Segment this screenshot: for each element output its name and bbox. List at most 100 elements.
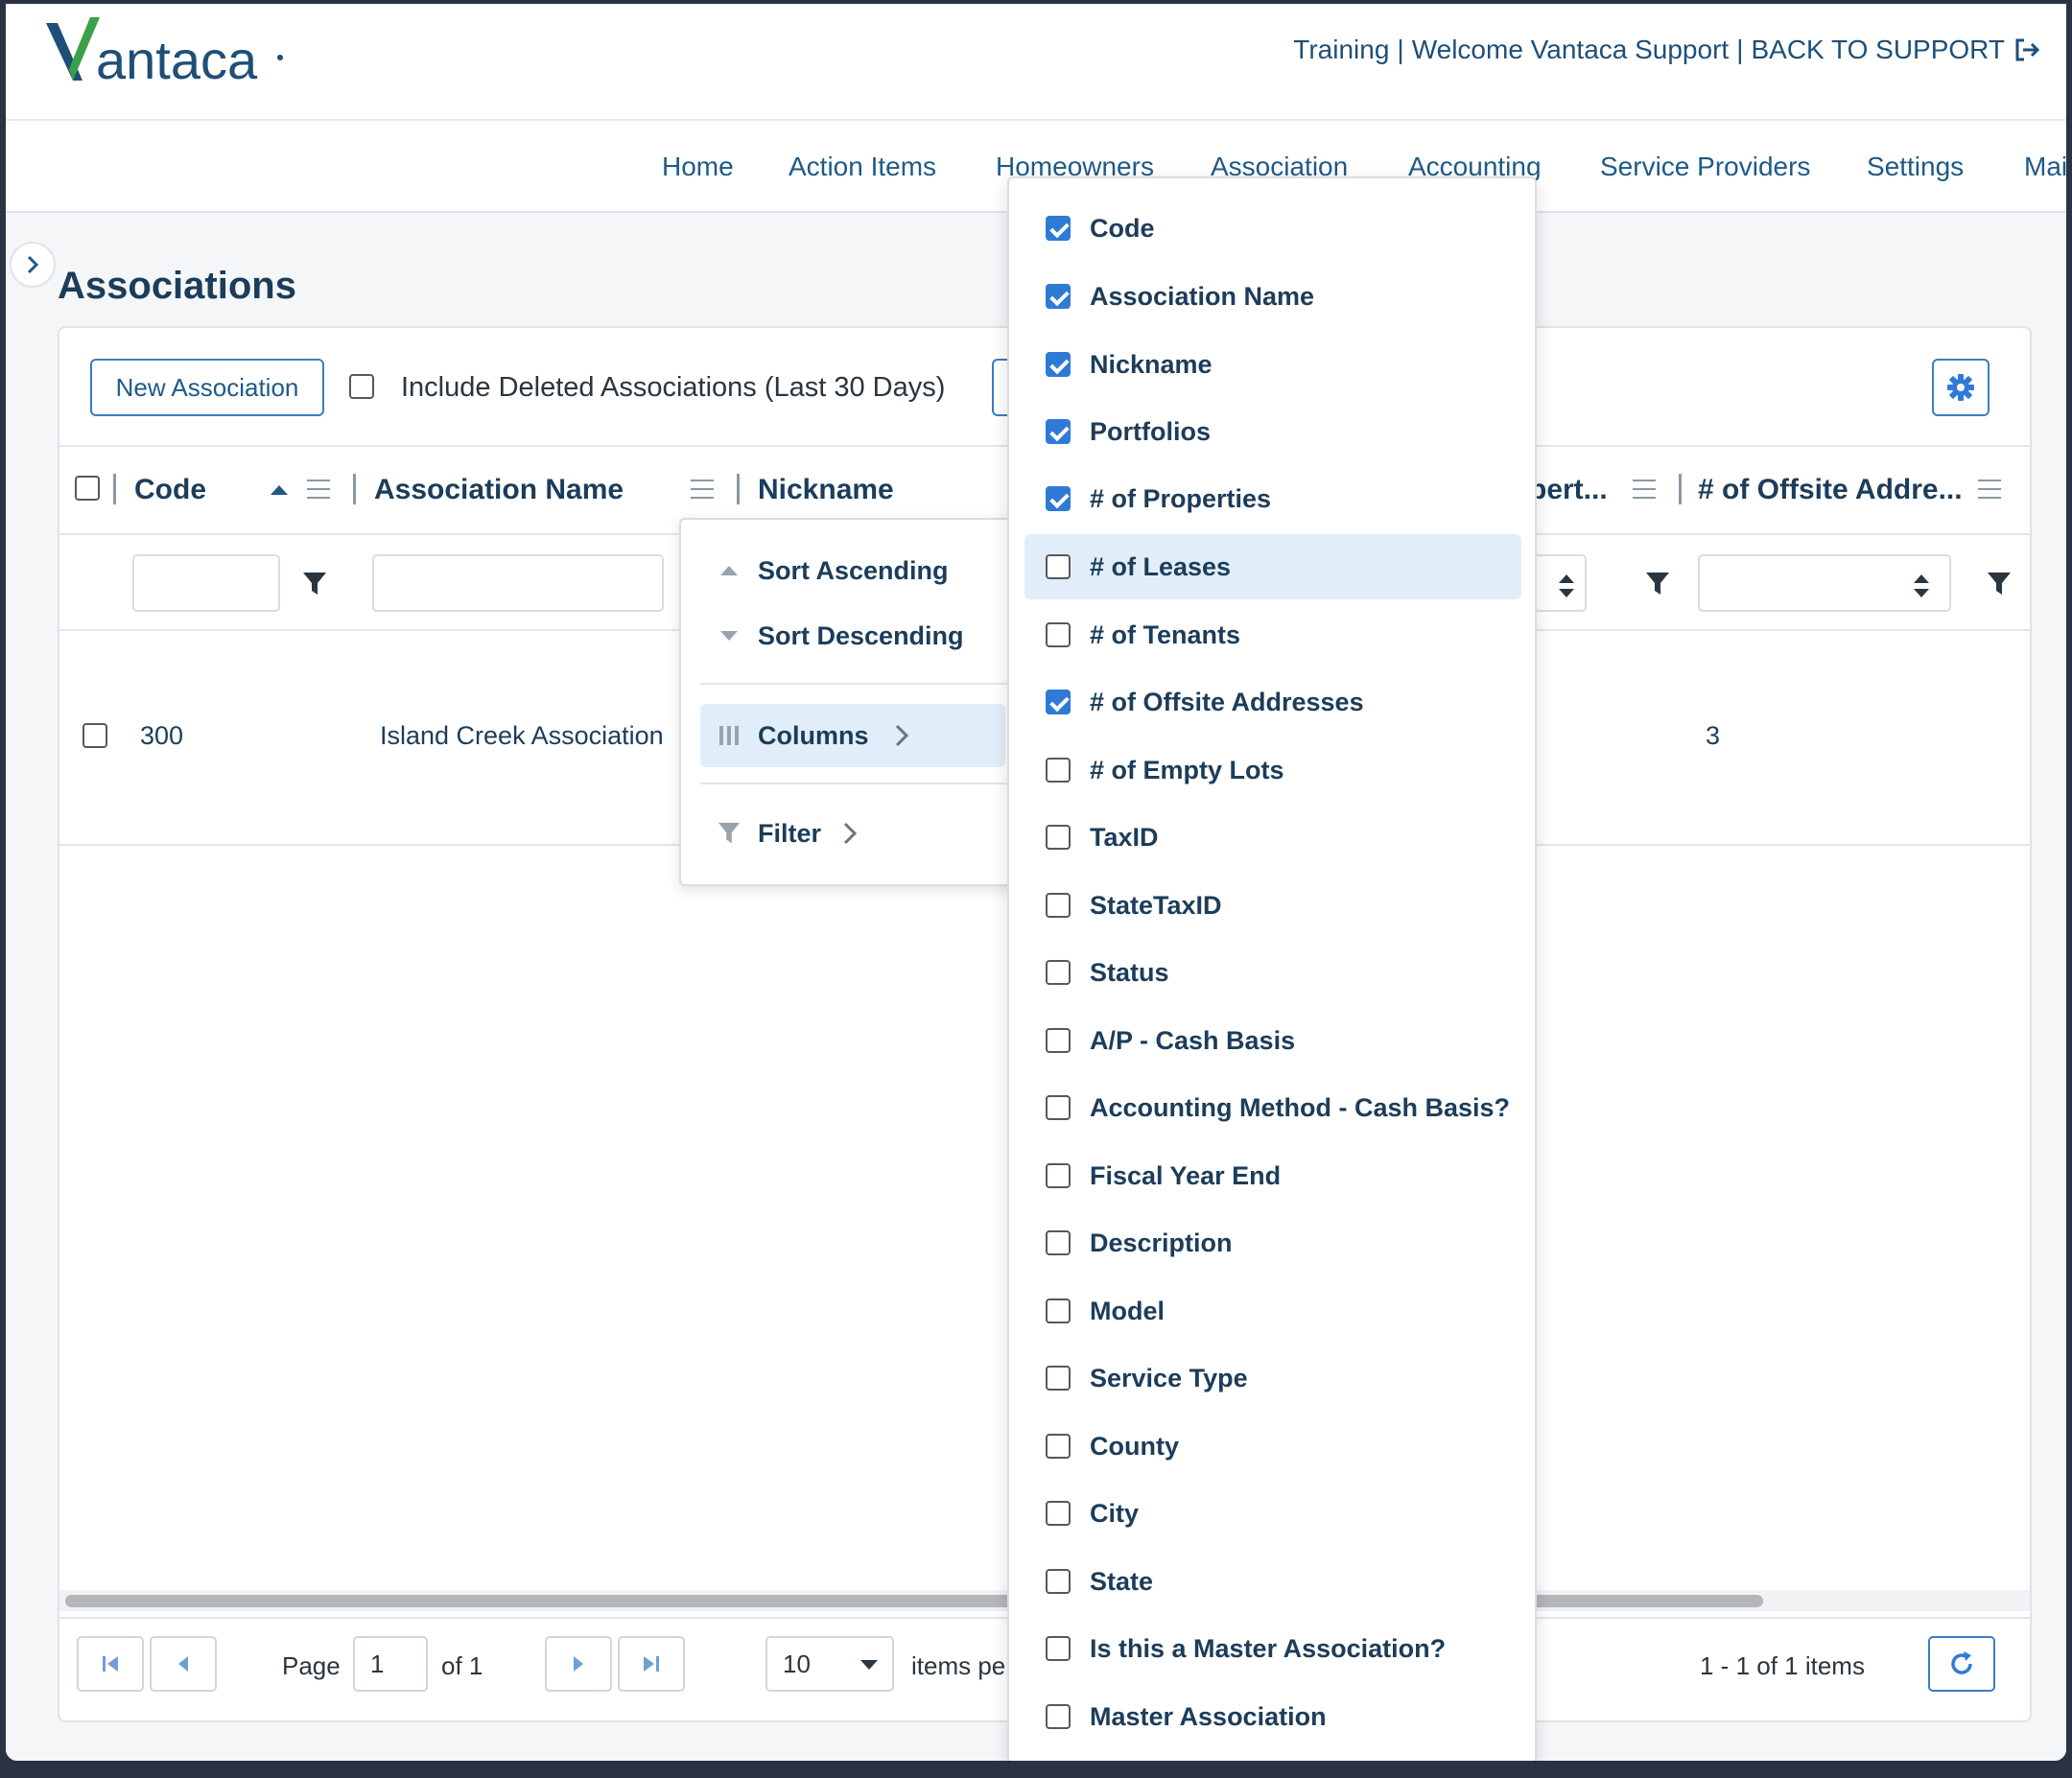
checkbox[interactable] (1046, 554, 1071, 579)
gear-icon (1947, 374, 1974, 401)
nav-service-providers[interactable]: Service Providers (1600, 152, 1810, 182)
refresh-button[interactable] (1928, 1636, 1995, 1692)
checkbox[interactable] (1046, 960, 1071, 985)
checkbox-checked[interactable] (1046, 216, 1071, 241)
checkbox[interactable] (1046, 1366, 1071, 1391)
column-header-code[interactable]: Code (134, 474, 206, 506)
settings-button[interactable] (1932, 359, 1990, 416)
include-deleted-checkbox[interactable] (349, 374, 374, 399)
column-menu-icon[interactable] (691, 480, 714, 499)
last-page-button[interactable] (618, 1636, 685, 1692)
column-option-statetaxid[interactable]: StateTaxID (1024, 873, 1521, 938)
items-per-page-label: items pe (911, 1651, 1006, 1680)
column-option-nickname[interactable]: Nickname (1024, 332, 1521, 397)
filter-icon[interactable] (1986, 570, 2013, 598)
row-checkbox[interactable] (82, 723, 107, 748)
column-option-city[interactable]: City (1024, 1481, 1521, 1546)
filter-icon[interactable] (1644, 570, 1671, 598)
sort-ascending-item[interactable]: Sort Ascending (700, 539, 1005, 602)
column-option-county[interactable]: County (1024, 1414, 1521, 1479)
checkbox[interactable] (1046, 825, 1071, 850)
column-header-properties[interactable]: pert... (1529, 474, 1608, 506)
checkbox[interactable] (1046, 622, 1071, 647)
nav-home[interactable]: Home (662, 152, 734, 182)
column-option-tenants[interactable]: # of Tenants (1024, 602, 1521, 667)
checkbox-checked[interactable] (1046, 352, 1071, 377)
checkbox[interactable] (1046, 1163, 1071, 1188)
column-option-portfolios[interactable]: Portfolios (1024, 399, 1521, 464)
previous-page-button[interactable] (150, 1636, 217, 1692)
column-option-service-type[interactable]: Service Type (1024, 1345, 1521, 1411)
column-option-state[interactable]: State (1024, 1549, 1521, 1614)
nav-more[interactable]: Mai (2024, 152, 2066, 182)
page-size-select[interactable]: 10 (765, 1636, 894, 1692)
column-option-fiscal-year-end[interactable]: Fiscal Year End (1024, 1143, 1521, 1208)
column-option-description[interactable]: Description (1024, 1210, 1521, 1275)
nav-action-items[interactable]: Action Items (789, 152, 936, 182)
checkbox[interactable] (1046, 1028, 1071, 1053)
checkbox-checked[interactable] (1046, 284, 1071, 309)
cell-association-name[interactable]: Island Creek Association (380, 721, 664, 751)
name-filter-input[interactable] (372, 554, 664, 612)
columns-item[interactable]: Columns (700, 704, 1005, 767)
top-bar: antaca Training | Welcome Vantaca Suppor… (6, 4, 2066, 121)
column-option-properties[interactable]: # of Properties (1024, 466, 1521, 531)
nav-settings[interactable]: Settings (1867, 152, 1964, 182)
column-menu-icon[interactable] (1633, 480, 1656, 499)
column-option-association-name[interactable]: Association Name (1024, 264, 1521, 329)
checkbox[interactable] (1046, 1501, 1071, 1526)
checkbox[interactable] (1046, 1230, 1071, 1255)
column-header-association-name[interactable]: Association Name (374, 474, 624, 506)
checkbox[interactable] (1046, 1636, 1071, 1661)
checkbox-checked[interactable] (1046, 486, 1071, 511)
logout-icon[interactable] (2013, 35, 2041, 64)
column-option-empty-lots[interactable]: # of Empty Lots (1024, 737, 1521, 803)
column-menu-icon[interactable] (1978, 480, 2001, 499)
column-option-is-master-association[interactable]: Is this a Master Association? (1024, 1616, 1521, 1681)
include-deleted-label: Include Deleted Associations (Last 30 Da… (401, 372, 946, 403)
training-link[interactable]: Training (1293, 35, 1389, 65)
page-number-input[interactable]: 1 (353, 1636, 428, 1692)
columns-icon (719, 726, 739, 745)
sort-descending-item[interactable]: Sort Descending (700, 604, 1005, 667)
column-option-ap-cash-basis[interactable]: A/P - Cash Basis (1024, 1008, 1521, 1073)
checkbox-checked[interactable] (1046, 419, 1071, 444)
spinner-icon[interactable] (1911, 572, 1932, 600)
checkbox-checked[interactable] (1046, 690, 1071, 714)
column-option-taxid[interactable]: TaxID (1024, 805, 1521, 870)
first-page-icon (103, 1656, 118, 1672)
sort-descending-label: Sort Descending (758, 620, 964, 650)
column-option-offsite-addresses[interactable]: # of Offsite Addresses (1024, 669, 1521, 735)
checkbox[interactable] (1046, 1704, 1071, 1729)
checkbox[interactable] (1046, 1298, 1071, 1323)
column-option-leases[interactable]: # of Leases (1024, 534, 1521, 599)
new-association-button[interactable]: New Association (90, 359, 324, 416)
column-separator (737, 474, 740, 504)
column-option-code[interactable]: Code (1024, 196, 1521, 261)
back-to-support-link[interactable]: BACK TO SUPPORT (1751, 35, 2005, 65)
filter-icon[interactable] (301, 570, 328, 598)
vantaca-logo[interactable]: antaca (40, 12, 290, 88)
column-header-offsite[interactable]: # of Offsite Addre... (1698, 474, 1963, 506)
column-menu-icon[interactable] (307, 480, 330, 499)
page-label: Page (282, 1651, 341, 1680)
code-filter-input[interactable] (132, 554, 280, 612)
checkbox[interactable] (1046, 893, 1071, 918)
select-all-checkbox[interactable] (75, 476, 100, 501)
app-window: antaca Training | Welcome Vantaca Suppor… (6, 4, 2066, 1761)
next-page-button[interactable] (545, 1636, 612, 1692)
column-header-nickname[interactable]: Nickname (758, 474, 894, 506)
sidebar-toggle-button[interactable] (10, 242, 56, 288)
first-page-button[interactable] (77, 1636, 144, 1692)
column-option-status[interactable]: Status (1024, 940, 1521, 1005)
checkbox[interactable] (1046, 1569, 1071, 1594)
spinner-icon[interactable] (1556, 572, 1577, 600)
column-separator (353, 474, 356, 504)
checkbox[interactable] (1046, 1434, 1071, 1459)
filter-item[interactable]: Filter (700, 802, 1005, 865)
column-option-model[interactable]: Model (1024, 1278, 1521, 1344)
checkbox[interactable] (1046, 758, 1071, 783)
checkbox[interactable] (1046, 1095, 1071, 1120)
column-option-accounting-method[interactable]: Accounting Method - Cash Basis? (1024, 1075, 1521, 1140)
column-option-master-association[interactable]: Master Association (1024, 1684, 1521, 1749)
